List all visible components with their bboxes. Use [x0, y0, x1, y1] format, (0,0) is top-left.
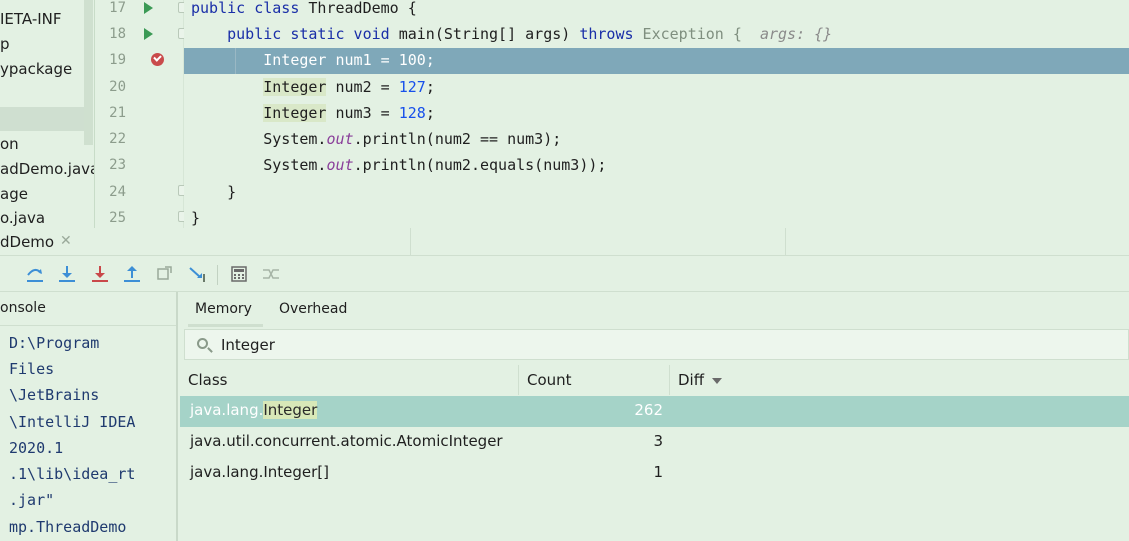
line-number: 18	[109, 26, 126, 42]
code-line-20: Integer num2 = 127;	[263, 78, 435, 96]
code-line-21: Integer num3 = 128;	[263, 104, 435, 122]
console-line: D:\Program	[9, 334, 100, 352]
memory-pane: Memory Overhead Integer Class Count Diff…	[180, 292, 1129, 541]
sort-descending-icon	[712, 377, 723, 384]
code-line-22: System.out.println(num2 == num3);	[263, 130, 562, 148]
run-to-cursor-icon[interactable]	[188, 264, 208, 284]
console-line: 2020.1	[9, 439, 64, 457]
count-cell: 3	[653, 432, 663, 450]
console-line: \IntelliJ IDEA	[9, 413, 136, 431]
tree-item-p[interactable]: p	[0, 34, 10, 54]
debug-tab-threaddemo[interactable]: dDemo	[0, 233, 54, 251]
toolbar-separator	[217, 265, 218, 285]
console-line: .jar"	[9, 491, 55, 509]
step-into-icon[interactable]	[57, 264, 77, 284]
project-tree-selection	[0, 107, 84, 131]
count-cell: 262	[634, 401, 663, 419]
tab-overhead[interactable]: Overhead	[279, 301, 347, 317]
class-cell: java.lang.Integer[]	[190, 463, 330, 481]
console-line: .1\lib\idea_rt	[9, 465, 136, 483]
column-header-diff[interactable]: Diff	[670, 365, 1129, 395]
code-editor[interactable]: public class ThreadDemo { public static …	[184, 0, 1129, 228]
table-row[interactable]: java.lang.Integer[] 1	[180, 458, 1129, 489]
trace-icon[interactable]	[261, 264, 281, 284]
console-line: \JetBrains	[9, 386, 100, 404]
console-header[interactable]: onsole	[0, 300, 46, 316]
column-header-count[interactable]: Count	[519, 365, 670, 395]
tab-divider	[785, 228, 786, 256]
line-number: 22	[109, 131, 126, 147]
class-cell: java.lang.Integer	[190, 401, 318, 419]
divider	[0, 325, 176, 326]
line-number: 25	[109, 210, 126, 226]
code-line-18: public static void main(String[] args) t…	[227, 25, 833, 43]
code-line-25: }	[191, 209, 201, 227]
line-number: 19	[109, 52, 126, 68]
force-step-into-icon[interactable]	[90, 264, 110, 284]
table-row[interactable]: java.lang.Integer 262	[180, 396, 1129, 427]
line-number: 21	[109, 105, 126, 121]
tab-divider	[410, 228, 411, 256]
console-pane: onsole D:\Program Files \JetBrains \Inte…	[0, 292, 178, 541]
tree-item-mypackage[interactable]: ypackage	[0, 59, 72, 79]
search-value: Integer	[221, 336, 275, 354]
tree-item-age[interactable]: age	[0, 184, 28, 204]
console-line: Files	[9, 360, 55, 378]
tree-item-o-java[interactable]: o.java	[0, 208, 45, 228]
step-over-icon[interactable]	[25, 264, 45, 284]
step-out-icon[interactable]	[122, 264, 142, 284]
count-cell: 1	[653, 463, 663, 481]
code-line-19: Integer num1 = 100;	[227, 51, 435, 69]
run-class-icon[interactable]	[144, 2, 153, 14]
table-row[interactable]: java.util.concurrent.atomic.AtomicIntege…	[180, 427, 1129, 458]
code-line-17: public class ThreadDemo {	[191, 0, 417, 17]
line-number: 23	[109, 157, 126, 173]
class-cell: java.util.concurrent.atomic.AtomicIntege…	[190, 432, 503, 450]
class-search-input[interactable]: Integer	[184, 329, 1129, 360]
run-main-icon[interactable]	[144, 28, 153, 40]
tree-item-threaddemo-java[interactable]: adDemo.java	[0, 159, 94, 179]
tab-memory[interactable]: Memory	[195, 301, 252, 317]
line-number: 20	[109, 79, 126, 95]
tree-item-on[interactable]: on	[0, 134, 19, 154]
column-header-class[interactable]: Class	[180, 365, 519, 395]
breakpoint-icon[interactable]	[151, 53, 164, 66]
console-line: mp.ThreadDemo	[9, 518, 127, 536]
project-tree-scrollbar[interactable]	[84, 0, 93, 145]
debug-inline-hint: args: {}	[759, 25, 833, 43]
editor-gutter: 17 18 19 20 21 22 23 24 25	[96, 0, 184, 228]
tree-item-meta-inf[interactable]: IETA-INF	[0, 9, 62, 29]
close-icon[interactable]: ✕	[60, 233, 72, 249]
active-tab-indicator	[188, 324, 263, 327]
line-number: 24	[109, 184, 126, 200]
project-tree: IETA-INF p ypackage on adDemo.java age o…	[0, 0, 95, 228]
drop-frame-icon[interactable]	[155, 264, 175, 284]
search-icon	[197, 338, 208, 349]
code-line-24: }	[227, 183, 237, 201]
code-line-23: System.out.println(num2.equals(num3));	[263, 156, 607, 174]
console-icon[interactable]	[0, 264, 12, 284]
debugger-toolbar	[0, 257, 1129, 292]
evaluate-expression-icon[interactable]	[229, 264, 249, 284]
line-number: 17	[109, 0, 126, 16]
debug-tab-bar: dDemo ✕	[0, 228, 1129, 256]
